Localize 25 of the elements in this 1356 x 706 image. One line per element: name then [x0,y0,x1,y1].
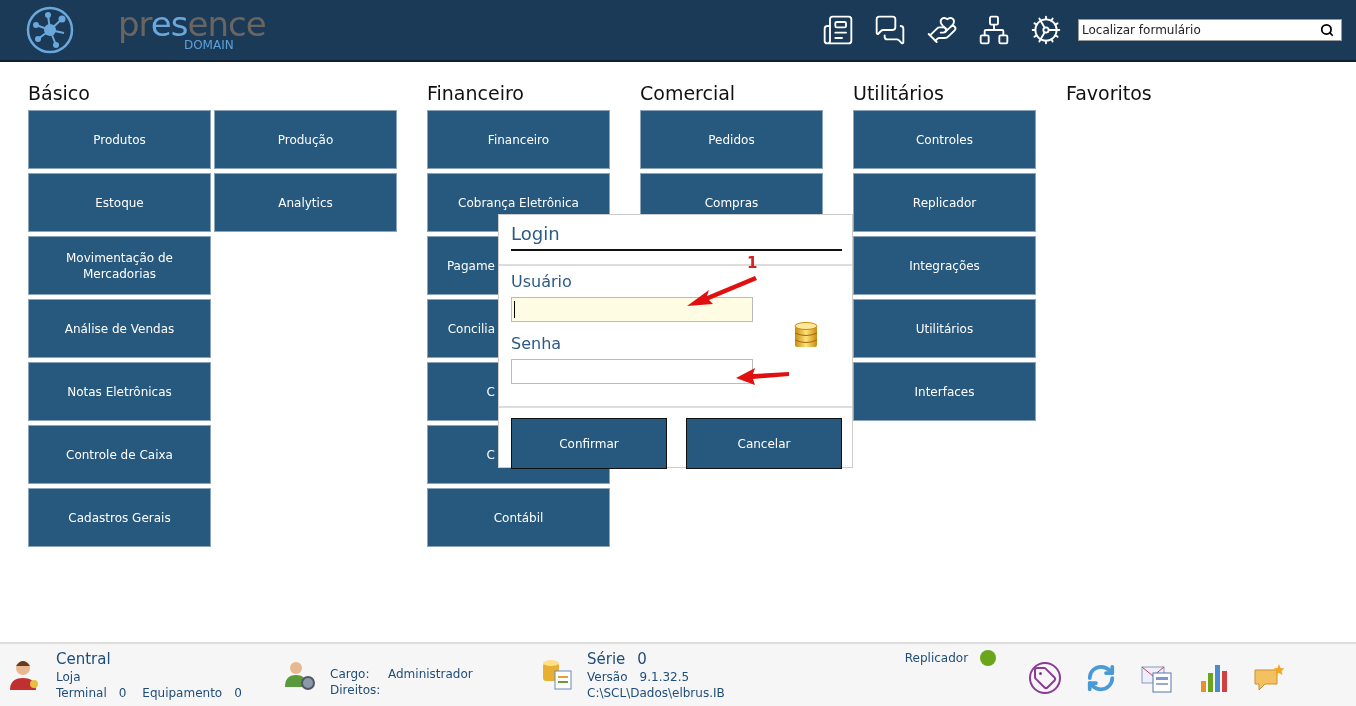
serie-value: 0 [637,650,647,668]
serie-label: Série [587,650,626,668]
terminal-label: Terminal [56,686,107,700]
step-number: 1 [747,254,758,272]
role-label: Cargo: [330,667,371,681]
device-label: Equipamento [142,686,223,700]
logo-subtitle: DOMAIN [183,39,234,51]
section-title: Favoritos [1066,82,1152,104]
field-label: Senha [511,334,563,353]
section-title: Básico [28,82,91,104]
section-title: Utilitários [853,82,945,104]
device-value: 0 [234,686,242,700]
dialog-title: Login [511,223,842,251]
terminal-value: 0 [118,686,127,700]
version-label: Versão [587,670,628,684]
role-value: Administrador [388,667,473,681]
database-path: C:\SCL\Dados\elbrus.IB [587,686,725,700]
store-label: Loja [56,670,82,684]
version-value: 9.1.32.5 [639,670,690,684]
rights-label: Direitos: [330,683,382,697]
user-title: Central [56,650,112,668]
field-label: Usuário [511,272,573,291]
section-title: Comercial [640,82,737,104]
replicator-label: Replicador [904,651,969,665]
section-title: Financeiro [427,82,525,104]
